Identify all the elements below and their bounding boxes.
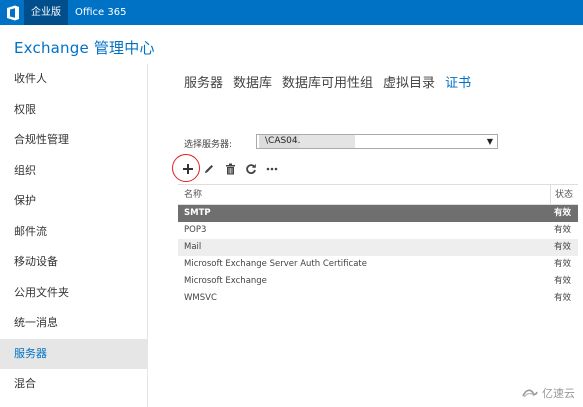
nav-item-permissions[interactable]: 权限 (0, 95, 147, 126)
nav-item-organization[interactable]: 组织 (0, 156, 147, 187)
nav-item-compliance[interactable]: 合规性管理 (0, 125, 147, 156)
table-row[interactable]: Microsoft Exchange Server Auth Certifica… (178, 256, 578, 273)
edit-icon[interactable] (199, 159, 219, 179)
nav-item-mail-flow[interactable]: 邮件流 (0, 217, 147, 248)
table-row[interactable]: SMTP 有效 (178, 205, 578, 222)
watermark-logo-icon (522, 389, 538, 398)
toolbar (178, 158, 283, 180)
nav-item-mobile[interactable]: 移动设备 (0, 247, 147, 278)
nav-item-protection[interactable]: 保护 (0, 186, 147, 217)
chevron-down-icon[interactable]: ▼ (487, 135, 493, 148)
tab-dag[interactable]: 数据库可用性组 (282, 72, 373, 91)
server-select[interactable]: \CAS04. ▼ (256, 134, 498, 149)
app-title: Exchange 管理中心 (14, 39, 155, 57)
certificate-table: 名称 状态 SMTP 有效 POP3 有效 Mail 有效 Microsoft … (178, 184, 578, 307)
table-row[interactable]: WMSVC 有效 (178, 290, 578, 307)
column-header-status[interactable]: 状态 (550, 185, 578, 204)
topbar-tab-office365[interactable]: Office 365 (68, 0, 133, 25)
cell-name: Microsoft Exchange Server Auth Certifica… (184, 259, 367, 269)
cell-status: 有效 (554, 293, 572, 303)
cell-status: 有效 (554, 259, 572, 269)
watermark-text: 亿速云 (542, 387, 575, 400)
nav-item-unified-messaging[interactable]: 统一消息 (0, 308, 147, 339)
nav-item-recipients[interactable]: 收件人 (0, 64, 147, 95)
cell-status: 有效 (554, 276, 572, 286)
table-header: 名称 状态 (178, 184, 578, 205)
cell-name: SMTP (184, 208, 211, 218)
tab-servers[interactable]: 服务器 (184, 72, 223, 91)
redacted-region (299, 135, 355, 148)
delete-icon[interactable] (220, 159, 240, 179)
add-icon[interactable] (178, 159, 198, 179)
cell-status: 有效 (554, 225, 572, 235)
topbar-tab-enterprise[interactable]: 企业版 (24, 0, 68, 25)
cell-name: POP3 (184, 225, 207, 235)
server-select-label: 选择服务器: (184, 140, 233, 150)
office-logo-icon[interactable] (2, 0, 24, 25)
cell-status: 有效 (554, 208, 572, 218)
more-icon[interactable] (262, 159, 282, 179)
tab-virtual-directories[interactable]: 虚拟目录 (383, 72, 435, 91)
server-select-value: \CAS04. (265, 136, 301, 146)
tab-certificates[interactable]: 证书 (445, 72, 471, 91)
table-row[interactable]: POP3 有效 (178, 222, 578, 239)
cell-status: 有效 (554, 242, 572, 252)
sub-tabs: 服务器 数据库 数据库可用性组 虚拟目录 证书 (184, 72, 481, 91)
cell-name: Mail (184, 242, 202, 252)
nav-item-hybrid[interactable]: 混合 (0, 369, 147, 400)
nav-item-servers[interactable]: 服务器 (0, 338, 147, 369)
watermark: 亿速云 (521, 385, 575, 401)
left-nav: 收件人 权限 合规性管理 组织 保护 邮件流 移动设备 公用文件夹 统一消息 服… (0, 64, 148, 407)
cell-name: WMSVC (184, 293, 217, 303)
table-row[interactable]: Microsoft Exchange 有效 (178, 273, 578, 290)
top-bar: 企业版 Office 365 (0, 0, 583, 25)
table-row[interactable]: Mail 有效 (178, 239, 578, 256)
column-header-name[interactable]: 名称 (178, 185, 550, 204)
cell-name: Microsoft Exchange (184, 276, 267, 286)
nav-item-public-folders[interactable]: 公用文件夹 (0, 278, 147, 309)
tab-databases[interactable]: 数据库 (233, 72, 272, 91)
refresh-icon[interactable] (241, 159, 261, 179)
